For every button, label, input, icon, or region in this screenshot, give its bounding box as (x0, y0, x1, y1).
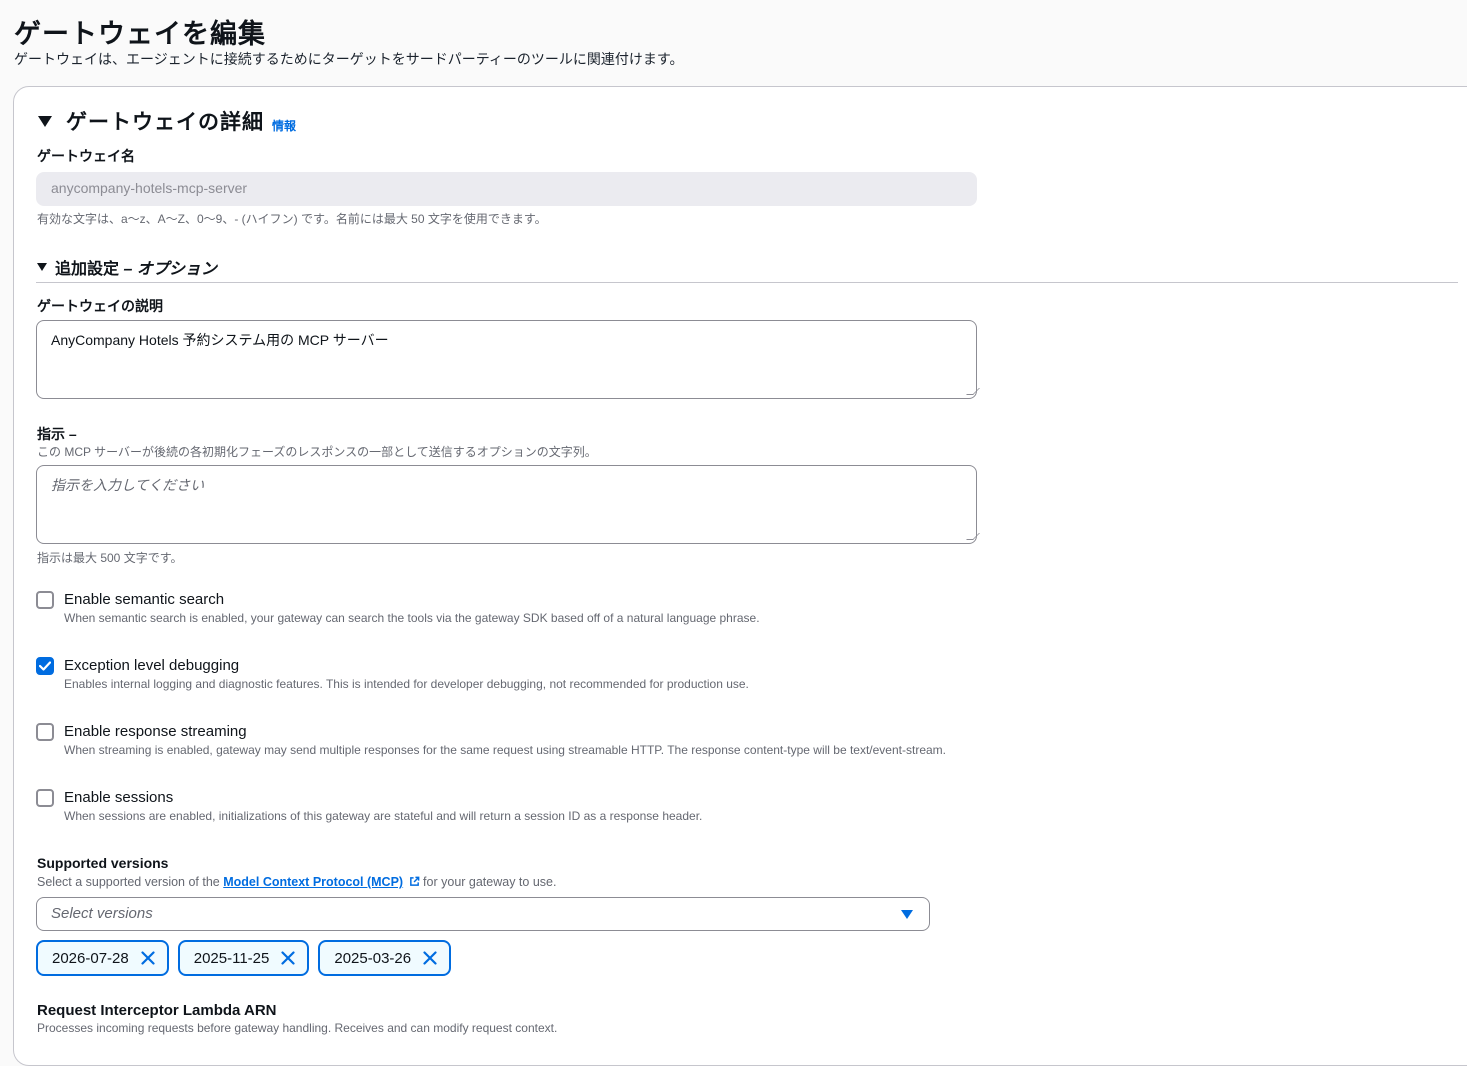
version-token-label: 2026-07-28 (52, 949, 129, 967)
interceptor-hint: Processes incoming requests before gatew… (37, 1021, 558, 1035)
option-description: When sessions are enabled, initializatio… (64, 809, 703, 823)
version-token-label: 2025-03-26 (334, 949, 412, 967)
close-icon (423, 951, 437, 965)
semantic-search-checkbox[interactable] (36, 591, 54, 609)
supported-versions-hint: Select a supported version of the Model … (37, 875, 557, 889)
external-link-icon[interactable] (409, 876, 420, 887)
exception-debugging-checkbox[interactable] (36, 657, 54, 675)
option-description: Enables internal logging and diagnostic … (64, 677, 749, 691)
instructions-textarea[interactable]: 指示を入力してください (36, 465, 980, 544)
additional-settings-header[interactable]: 追加設定 – オプション (37, 255, 217, 279)
page-subtitle: ゲートウェイは、エージェントに接続するためにターゲットをサードパーティーのツール… (14, 51, 684, 67)
remove-version-button[interactable] (281, 951, 295, 965)
caret-down-icon (901, 910, 913, 919)
versions-select-placeholder: Select versions (51, 905, 153, 922)
option-semantic-search[interactable]: Enable semantic search When semantic sea… (36, 590, 760, 625)
info-link[interactable]: 情報 (272, 117, 296, 134)
additional-settings-title: 追加設定 – オプション (55, 261, 217, 278)
description-label: ゲートウェイの説明 (37, 298, 163, 314)
instructions-placeholder: 指示を入力してください (51, 477, 205, 493)
details-section-title: ゲートウェイの詳細 (66, 111, 264, 134)
instructions-label: 指示 – (37, 426, 77, 442)
description-value: AnyCompany Hotels 予約システム用の MCP サーバー (51, 332, 389, 348)
checkmark-icon (39, 661, 51, 671)
response-streaming-checkbox[interactable] (36, 723, 54, 741)
close-icon (281, 951, 295, 965)
interceptor-label: Request Interceptor Lambda ARN (37, 1002, 277, 1019)
option-description: When semantic search is enabled, your ga… (64, 611, 760, 625)
page-title: ゲートウェイを編集 (14, 19, 266, 49)
instructions-hint: この MCP サーバーが後続の各初期化フェーズのレスポンスの一部として送信するオ… (37, 445, 597, 459)
versions-select[interactable]: Select versions (36, 897, 930, 931)
sessions-checkbox[interactable] (36, 789, 54, 807)
gateway-name-label: ゲートウェイ名 (37, 148, 135, 164)
supported-versions-label: Supported versions (37, 855, 169, 871)
gateway-name-input: anycompany-hotels-mcp-server (36, 172, 977, 206)
option-label: Exception level debugging (64, 657, 240, 674)
caret-down-icon (37, 263, 47, 271)
remove-version-button[interactable] (141, 951, 155, 965)
description-textarea[interactable]: AnyCompany Hotels 予約システム用の MCP サーバー (36, 320, 980, 399)
details-section-header[interactable]: ゲートウェイの詳細 情報 (38, 106, 296, 136)
mcp-link[interactable]: Model Context Protocol (MCP) (223, 875, 403, 889)
option-description: When streaming is enabled, gateway may s… (64, 743, 946, 757)
caret-down-icon (38, 115, 52, 127)
remove-version-button[interactable] (423, 951, 437, 965)
option-sessions[interactable]: Enable sessions When sessions are enable… (36, 788, 702, 823)
version-token-label: 2025-11-25 (193, 949, 270, 967)
close-icon (141, 951, 155, 965)
instructions-limit-hint: 指示は最大 500 文字です。 (37, 551, 183, 565)
version-token: 2026-07-28 (36, 940, 169, 976)
option-exception-debugging[interactable]: Exception level debugging Enables intern… (36, 656, 749, 691)
option-label: Enable response streaming (64, 723, 247, 740)
gateway-name-hint: 有効な文字は、a〜z、A〜Z、0〜9、- (ハイフン) です。名前には最大 50… (37, 212, 547, 226)
selected-versions: 2026-07-28 2025-11-25 2025-03-26 (36, 940, 452, 976)
option-label: Enable sessions (64, 789, 174, 806)
version-token: 2025-11-25 (177, 940, 310, 976)
version-token: 2025-03-26 (318, 940, 452, 976)
section-divider (36, 282, 1458, 283)
option-label: Enable semantic search (64, 591, 225, 608)
option-response-streaming[interactable]: Enable response streaming When streaming… (36, 722, 946, 757)
